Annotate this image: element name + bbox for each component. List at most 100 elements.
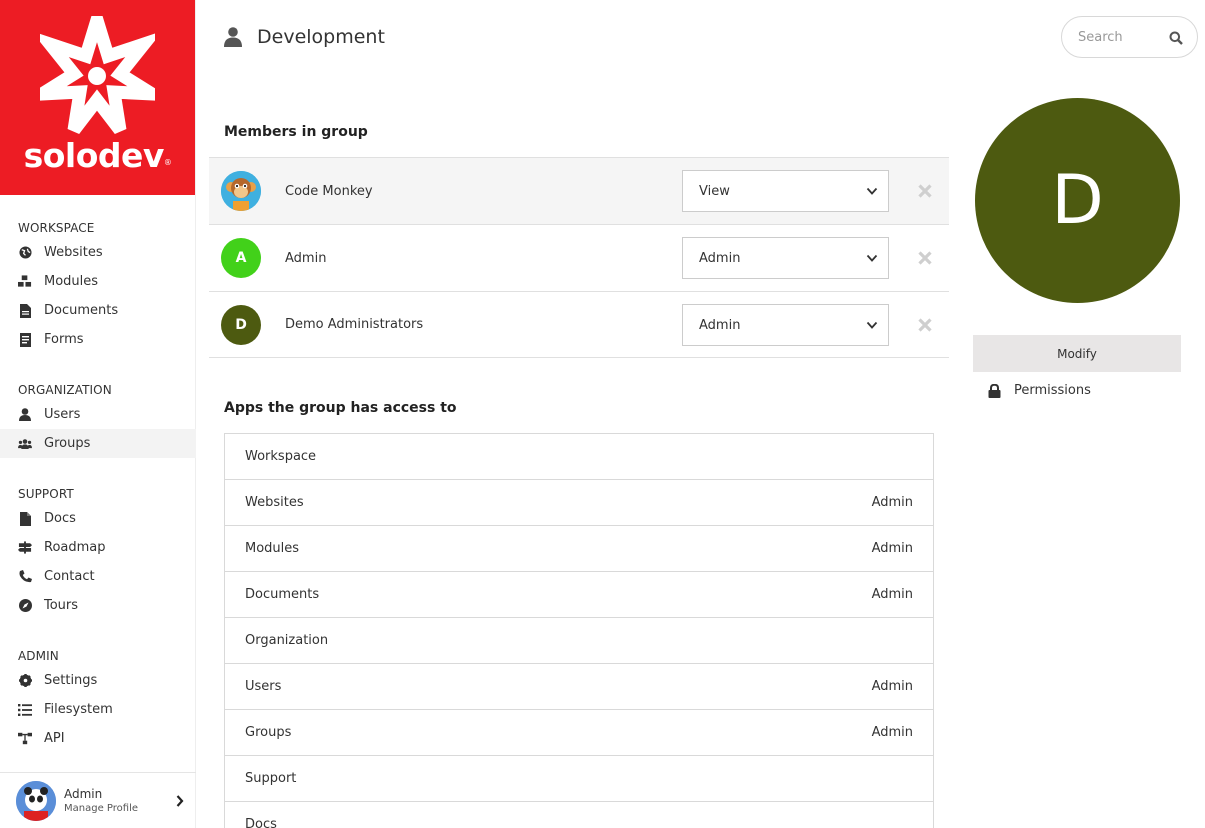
sidebar-item-label: Roadmap [44, 540, 106, 555]
profile-subtitle: Manage Profile [64, 803, 138, 814]
phone-icon [18, 570, 32, 584]
cubes-icon [18, 275, 32, 289]
lock-icon [988, 383, 1002, 398]
app-name: Websites [245, 495, 304, 510]
profile-link[interactable]: Admin Manage Profile [0, 772, 196, 828]
app-name: Users [245, 679, 282, 694]
remove-member-button[interactable] [917, 250, 933, 266]
nav-section-organization: ORGANIZATION Users Groups [0, 380, 196, 458]
sidebar-item-label: Contact [44, 569, 95, 584]
app-row: Support [225, 756, 933, 802]
app-row: Organization [225, 618, 933, 664]
sidebar-item-api[interactable]: API [0, 724, 196, 753]
member-role-value: View [699, 183, 730, 199]
app-name: Modules [245, 541, 300, 556]
sidebar-item-contact[interactable]: Contact [0, 562, 196, 591]
nav-heading: WORKSPACE [18, 221, 95, 235]
member-role-select[interactable]: View [682, 170, 889, 212]
nav-section-workspace: WORKSPACE Websites Modules Documents For… [0, 218, 196, 354]
search-icon[interactable] [1169, 30, 1183, 49]
member-role-select[interactable]: Admin [682, 304, 889, 346]
member-row: A Admin Admin [209, 224, 949, 291]
sidebar-item-label: Users [44, 407, 81, 422]
nav-section-support: SUPPORT Docs Roadmap Contact Tours [0, 484, 196, 620]
app-permission: Admin [871, 679, 913, 694]
nav-heading: ADMIN [18, 649, 59, 663]
member-name: Demo Administrators [285, 317, 424, 332]
permissions-link[interactable]: Permissions [988, 383, 1091, 398]
group-avatar: D [975, 98, 1180, 303]
sidebar-item-label: Filesystem [44, 702, 113, 717]
remove-member-button[interactable] [917, 183, 933, 199]
doc-icon [18, 511, 32, 526]
user-icon [18, 408, 32, 422]
member-row: Code Monkey View [209, 157, 949, 224]
sidebar-item-docs[interactable]: Docs [0, 504, 196, 533]
nav-heading: ORGANIZATION [18, 383, 112, 397]
brand-name: solodev® [23, 136, 172, 175]
app-row: Docs [225, 802, 933, 828]
sidebar-item-websites[interactable]: Websites [0, 238, 196, 267]
search-input[interactable] [1078, 29, 1158, 45]
search-box[interactable] [1061, 16, 1198, 58]
page-title: Development [257, 26, 385, 48]
sidebar-item-modules[interactable]: Modules [0, 267, 196, 296]
app-row: Workspace [225, 434, 933, 480]
sidebar-item-label: Settings [44, 673, 98, 688]
permissions-label: Permissions [1014, 383, 1091, 398]
app-name: Docs [245, 817, 277, 828]
app-permission: Admin [871, 495, 913, 510]
sidebar-item-documents[interactable]: Documents [0, 296, 196, 325]
member-role-select[interactable]: Admin [682, 237, 889, 279]
gear-icon [18, 674, 32, 688]
sidebar-item-label: Groups [44, 436, 91, 451]
app-name: Organization [245, 633, 329, 648]
solodev-star-icon [40, 16, 155, 134]
nav-section-admin: ADMIN Settings Filesystem API [0, 646, 196, 753]
sidebar-item-tours[interactable]: Tours [0, 591, 196, 620]
app-row: Documents Admin [225, 572, 933, 618]
solodev-logo[interactable]: solodev® [0, 0, 195, 195]
remove-member-button[interactable] [917, 317, 933, 333]
sidebar-item-label: Forms [44, 332, 84, 347]
modify-button[interactable]: Modify [973, 335, 1181, 372]
sidebar-item-roadmap[interactable]: Roadmap [0, 533, 196, 562]
users-icon [18, 437, 32, 451]
app-name: Groups [245, 725, 292, 740]
members-title: Members in group [224, 124, 368, 140]
member-row: D Demo Administrators Admin [209, 291, 949, 358]
member-avatar [221, 171, 261, 211]
sidebar-item-forms[interactable]: Forms [0, 325, 196, 354]
app-row: Websites Admin [225, 480, 933, 526]
app-permission: Admin [871, 725, 913, 740]
app-name: Workspace [245, 449, 317, 464]
chevron-down-icon [866, 319, 878, 335]
avatar [16, 780, 56, 821]
chevron-down-icon [866, 252, 878, 268]
app-row: Modules Admin [225, 526, 933, 572]
apps-title: Apps the group has access to [224, 400, 457, 416]
sidebar-item-filesystem[interactable]: Filesystem [0, 695, 196, 724]
sidebar-item-groups[interactable]: Groups [0, 429, 196, 458]
globe-icon [18, 246, 32, 260]
members-list: Code Monkey View A Admin Admin D Demo Ad… [209, 157, 949, 358]
member-name: Code Monkey [285, 183, 373, 199]
member-avatar: A [221, 238, 261, 278]
chevron-down-icon [866, 185, 878, 201]
list-icon [18, 703, 32, 717]
member-role-value: Admin [699, 250, 741, 266]
app-name: Support [245, 771, 297, 786]
file-icon [18, 303, 32, 318]
sitemap-icon [18, 732, 32, 746]
sidebar-item-settings[interactable]: Settings [0, 666, 196, 695]
member-role-value: Admin [699, 317, 741, 333]
member-avatar: D [221, 305, 261, 345]
member-name: Admin [285, 250, 327, 266]
signpost-icon [18, 541, 32, 555]
compass-icon [18, 599, 32, 613]
sidebar-item-users[interactable]: Users [0, 400, 196, 429]
apps-table: Workspace Websites Admin Modules Admin Doc… [224, 433, 934, 828]
page-header: Development [224, 26, 385, 48]
app-row: Users Admin [225, 664, 933, 710]
sidebar-item-label: Documents [44, 303, 119, 318]
